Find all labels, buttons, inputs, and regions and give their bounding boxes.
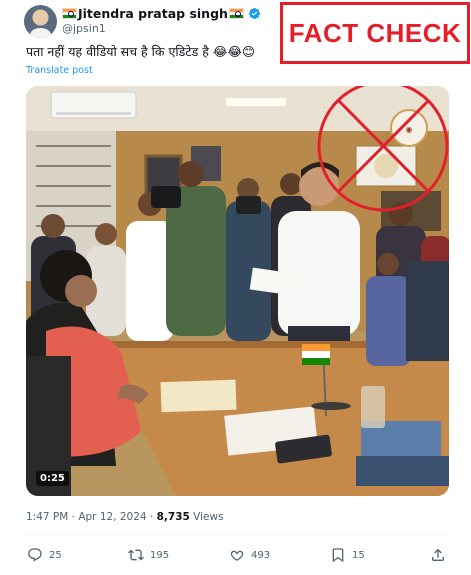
share-icon — [432, 548, 444, 561]
repost-count: 195 — [150, 549, 170, 561]
repost-button[interactable]: 195 — [128, 545, 169, 565]
post-text: पता नहीं यह वीडियो सच है कि एडिटेड है 😂😂… — [26, 44, 256, 59]
bookmark-icon — [332, 548, 344, 563]
reply-button[interactable]: 25 — [27, 545, 62, 565]
fact-check-text: FACT CHECK — [288, 17, 462, 48]
share-button[interactable] — [430, 545, 452, 565]
user-handle[interactable]: @jpsin1 — [62, 22, 106, 35]
like-count: 493 — [251, 549, 271, 561]
display-name[interactable]: Jitendra pratap singh — [78, 6, 228, 21]
video-player[interactable]: ◉ — [26, 86, 449, 496]
bookmark-button[interactable]: 15 — [330, 545, 365, 565]
translate-post-link[interactable]: Translate post — [26, 65, 93, 76]
verified-badge-icon — [248, 7, 260, 19]
bookmark-count: 15 — [352, 549, 365, 561]
post-meta: 1:47 PM · Apr 12, 2024 · 8,735 Views — [26, 511, 224, 523]
action-bar: 25 195 493 15 — [0, 545, 471, 567]
views-count: 8,735 — [156, 511, 190, 523]
video-duration-badge: 0:25 — [36, 471, 69, 486]
repost-icon — [128, 549, 144, 561]
reply-count: 25 — [49, 549, 62, 561]
video-frame: ◉ — [26, 86, 449, 496]
divider — [26, 534, 446, 535]
india-flag-icon — [62, 7, 77, 19]
avatar[interactable] — [24, 5, 57, 38]
post-time[interactable]: 1:47 PM · Apr 12, 2024 · — [26, 511, 157, 523]
reply-icon — [28, 548, 42, 562]
like-icon — [230, 550, 244, 561]
svg-text:◉: ◉ — [406, 125, 413, 134]
like-button[interactable]: 493 — [229, 545, 270, 565]
india-flag-icon — [228, 7, 244, 19]
views-label: Views — [189, 511, 224, 523]
fact-check-stamp: FACT CHECK — [280, 2, 470, 64]
author-name-row[interactable]: Jitendra pratap singh — [62, 5, 261, 21]
